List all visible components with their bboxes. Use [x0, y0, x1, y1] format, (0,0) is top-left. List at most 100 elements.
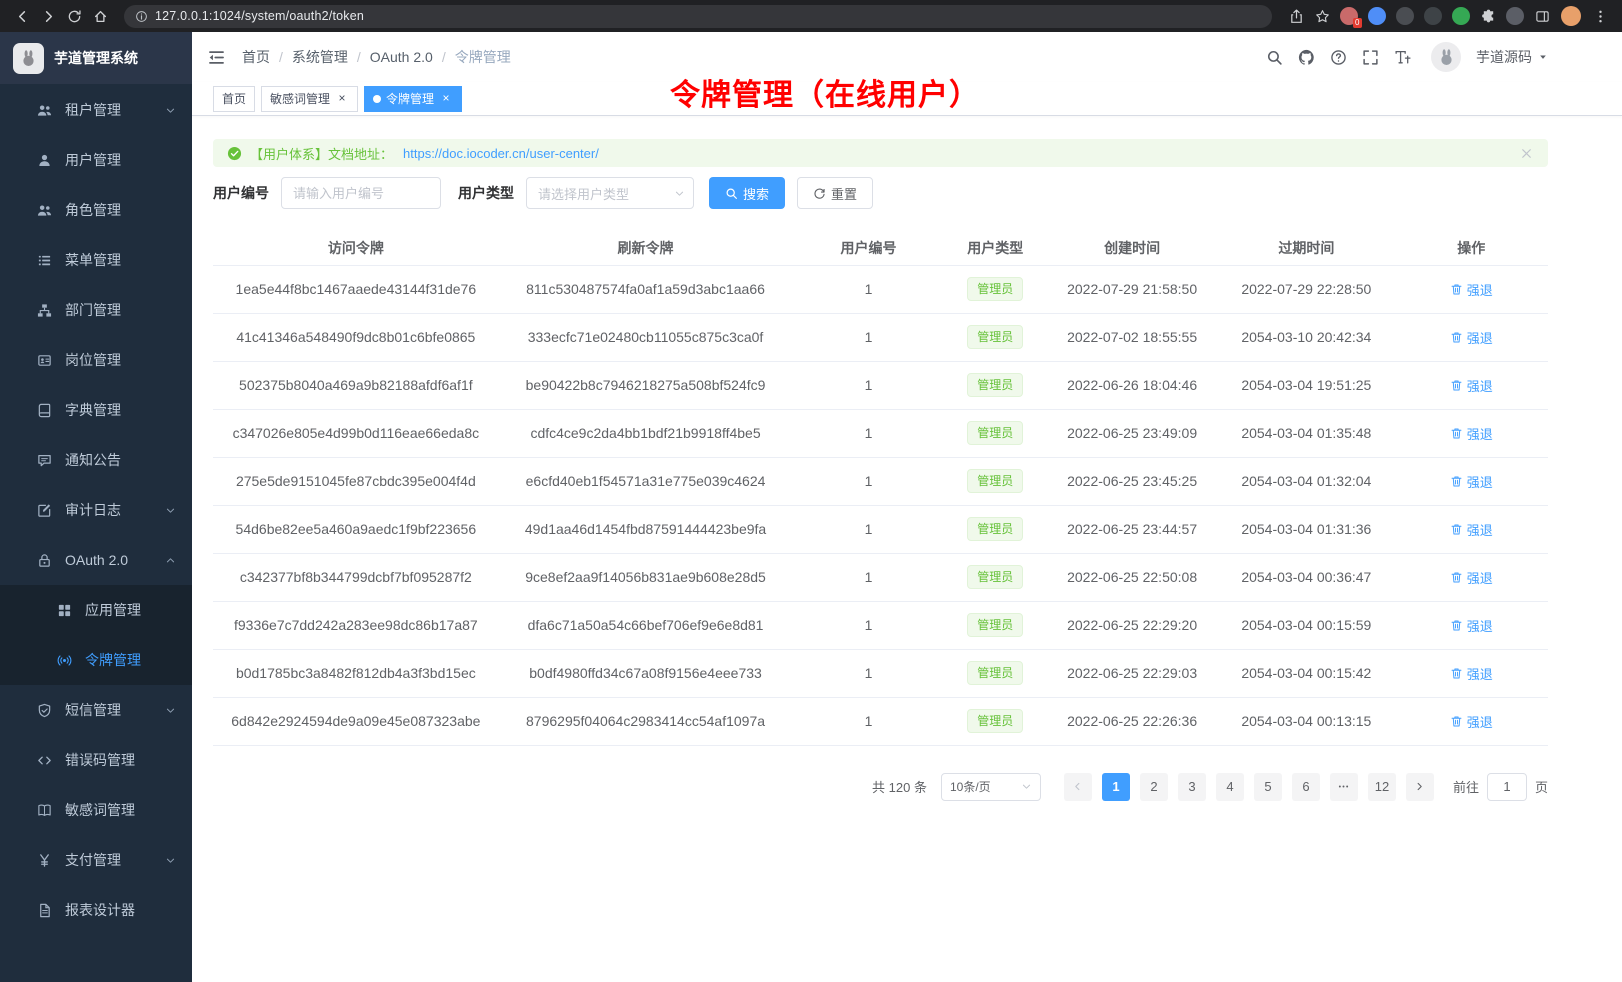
sidebar-item-sms[interactable]: 短信管理	[0, 685, 192, 735]
user-type-cell: 管理员	[945, 457, 1046, 505]
force-logout-button[interactable]: 强退	[1450, 328, 1493, 347]
site-info-icon[interactable]	[135, 10, 148, 23]
tab-close-icon[interactable]: ×	[439, 92, 453, 106]
force-logout-button[interactable]: 强退	[1450, 616, 1493, 635]
extension-icon[interactable]	[1506, 7, 1524, 25]
page-size-select[interactable]: 10条/页	[941, 773, 1041, 801]
force-logout-button[interactable]: 强退	[1450, 568, 1493, 587]
extension-icon[interactable]	[1396, 7, 1414, 25]
app-logo[interactable]: 芋道管理系统	[0, 32, 192, 84]
shield-icon	[37, 703, 52, 718]
tab-敏感词管理[interactable]: 敏感词管理×	[261, 86, 358, 112]
side-panel-button[interactable]	[1530, 4, 1554, 28]
sidebar-item-menu[interactable]: 菜单管理	[0, 235, 192, 285]
browser-forward-button[interactable]	[36, 4, 60, 28]
github-icon[interactable]	[1298, 49, 1315, 66]
sidebar-item-notice[interactable]: 通知公告	[0, 435, 192, 485]
sidebar-item-errcode[interactable]: 错误码管理	[0, 735, 192, 785]
extension-icon[interactable]	[1452, 7, 1470, 25]
action-cell: 强退	[1394, 361, 1548, 409]
sidebar-item-audit-log[interactable]: 审计日志	[0, 485, 192, 535]
tab-首页[interactable]: 首页	[213, 86, 255, 112]
extension-icon[interactable]: 0	[1340, 7, 1358, 25]
tab-label: 令牌管理	[386, 90, 434, 107]
force-logout-button[interactable]: 强退	[1450, 712, 1493, 731]
font-size-icon[interactable]	[1394, 49, 1411, 66]
browser-home-button[interactable]	[88, 4, 112, 28]
user-menu[interactable]: 芋道源码	[1476, 47, 1548, 67]
help-icon[interactable]	[1330, 49, 1347, 66]
breadcrumb-item[interactable]: OAuth 2.0	[370, 49, 433, 65]
tab-close-icon[interactable]: ×	[335, 92, 349, 106]
access-token-cell: 275e5de9151045fe87cbdc395e004f4d	[213, 457, 499, 505]
more-pages-button[interactable]	[1330, 773, 1358, 801]
table-row: 502375b8040a469a9b82188afdf6af1fbe90422b…	[213, 361, 1548, 409]
sidebar-item-pay[interactable]: 支付管理	[0, 835, 192, 885]
page-button-2[interactable]: 2	[1140, 773, 1168, 801]
sidebar-item-user[interactable]: 用户管理	[0, 135, 192, 185]
user-type-select[interactable]: 请选择用户类型	[526, 177, 694, 209]
sidebar-item-sensitive[interactable]: 敏感词管理	[0, 785, 192, 835]
sidebar-item-dict[interactable]: 字典管理	[0, 385, 192, 435]
force-logout-button[interactable]: 强退	[1450, 376, 1493, 395]
sidebar-item-tenant[interactable]: 租户管理	[0, 85, 192, 135]
goto-page-input[interactable]	[1487, 773, 1527, 801]
sidebar-item-oauth-token[interactable]: 令牌管理	[0, 635, 192, 685]
browser-reload-button[interactable]	[62, 4, 86, 28]
user-id-input[interactable]	[281, 177, 441, 209]
force-logout-button[interactable]: 强退	[1450, 280, 1493, 299]
fullscreen-icon[interactable]	[1362, 49, 1379, 66]
sidebar-item-dept[interactable]: 部门管理	[0, 285, 192, 335]
sidebar-item-oauth-app[interactable]: 应用管理	[0, 585, 192, 635]
breadcrumb-item[interactable]: 首页	[242, 47, 270, 67]
extensions-menu-button[interactable]	[1476, 4, 1500, 28]
sidebar-item-report[interactable]: 报表设计器	[0, 885, 192, 935]
sidebar-item-label: 角色管理	[65, 200, 121, 220]
page-button-5[interactable]: 5	[1254, 773, 1282, 801]
user-type-cell: 管理员	[945, 409, 1046, 457]
extension-icon[interactable]	[1368, 7, 1386, 25]
doc-icon	[37, 903, 52, 918]
force-logout-button[interactable]: 强退	[1450, 520, 1493, 539]
sidebar-item-oauth[interactable]: OAuth 2.0	[0, 535, 192, 585]
page-button-3[interactable]: 3	[1178, 773, 1206, 801]
next-page-button[interactable]	[1406, 773, 1434, 801]
address-bar[interactable]: 127.0.0.1:1024/system/oauth2/token	[124, 5, 1272, 28]
breadcrumb-separator: /	[357, 49, 361, 65]
force-logout-button[interactable]: 强退	[1450, 664, 1493, 683]
alert-link[interactable]: https://doc.iocoder.cn/user-center/	[403, 146, 599, 161]
force-logout-button[interactable]: 强退	[1450, 472, 1493, 491]
search-icon[interactable]	[1266, 49, 1283, 66]
page-button-1[interactable]: 1	[1102, 773, 1130, 801]
refresh-token-cell: 333ecfc71e02480cb11055c875c3ca0f	[499, 313, 793, 361]
sidebar-toggle-button[interactable]	[207, 48, 226, 67]
sidebar-item-label: 支付管理	[65, 850, 121, 870]
list-icon	[37, 253, 52, 268]
search-button[interactable]: 搜索	[709, 177, 785, 209]
page-button-4[interactable]: 4	[1216, 773, 1244, 801]
sidebar-item-post[interactable]: 岗位管理	[0, 335, 192, 385]
reset-button[interactable]: 重置	[797, 177, 873, 209]
page-button-6[interactable]: 6	[1292, 773, 1320, 801]
user-type-cell: 管理员	[945, 313, 1046, 361]
bookmark-button[interactable]	[1310, 4, 1334, 28]
sidebar-item-label: 敏感词管理	[65, 800, 135, 820]
trash-icon	[1450, 571, 1463, 584]
chevron-up-icon	[165, 555, 176, 566]
extension-icon[interactable]	[1424, 7, 1442, 25]
breadcrumb-item[interactable]: 系统管理	[292, 47, 348, 67]
sidebar-item-role[interactable]: 角色管理	[0, 185, 192, 235]
prev-page-button[interactable]	[1064, 773, 1092, 801]
browser-back-button[interactable]	[10, 4, 34, 28]
browser-menu-button[interactable]	[1588, 4, 1612, 28]
force-logout-button[interactable]: 强退	[1450, 424, 1493, 443]
refresh-icon	[813, 187, 826, 200]
user-avatar[interactable]	[1431, 42, 1461, 72]
sidebar-item-label: 报表设计器	[65, 900, 135, 920]
tab-令牌管理[interactable]: 令牌管理 ×	[364, 86, 462, 112]
share-button[interactable]	[1284, 4, 1308, 28]
column-header: 过期时间	[1218, 231, 1394, 265]
browser-profile-avatar[interactable]	[1561, 6, 1581, 26]
alert-close-icon[interactable]	[1519, 146, 1534, 161]
page-button-12[interactable]: 12	[1368, 773, 1396, 801]
